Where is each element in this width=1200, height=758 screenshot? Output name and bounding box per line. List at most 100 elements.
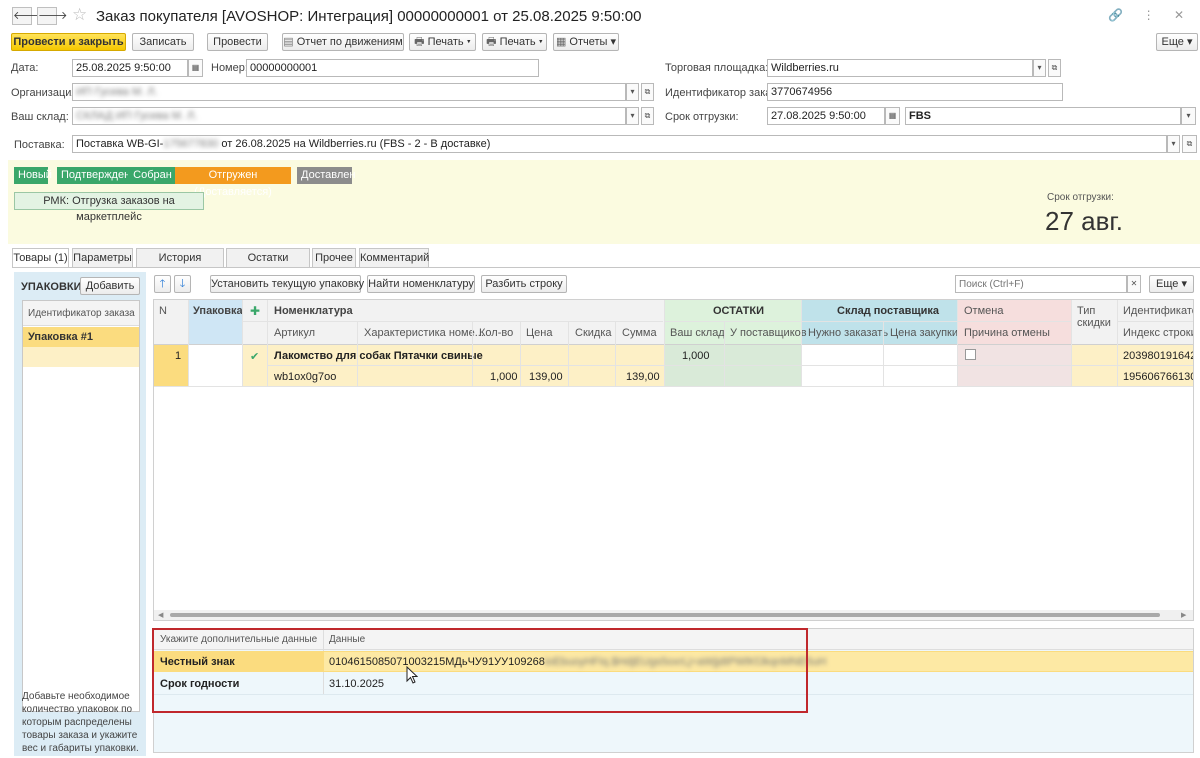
printer-icon: 🖶 bbox=[414, 36, 428, 48]
packages-title: УПАКОВКИ bbox=[21, 281, 82, 293]
tab-goods[interactable]: Товары (1) bbox=[12, 248, 69, 268]
set-package-button[interactable]: Установить текущую упаковку bbox=[210, 275, 364, 293]
warehouse-dropdown-icon[interactable]: ▾ bbox=[626, 107, 639, 125]
status-area: Новый Подтвержден Собран Отгружен (Доста… bbox=[8, 160, 1200, 244]
ship-date-field[interactable]: 27.08.2025 9:50:00 bbox=[767, 107, 885, 125]
package-item[interactable]: Упаковка #1 bbox=[23, 327, 139, 347]
goods-more-button[interactable]: Еще ▾ bbox=[1149, 275, 1194, 293]
more-button[interactable]: Еще ▾ bbox=[1156, 33, 1198, 51]
search-input[interactable] bbox=[955, 275, 1127, 293]
marketplace-field[interactable]: Wildberries.ru bbox=[767, 59, 1033, 77]
delivery-open-icon[interactable]: ⧉ bbox=[1182, 135, 1197, 153]
number-field[interactable]: 00000000001 bbox=[246, 59, 539, 77]
cancel-checkbox[interactable] bbox=[965, 349, 976, 360]
fulfillment-dropdown-icon[interactable]: ▾ bbox=[1181, 107, 1196, 125]
move-up-icon[interactable]: 🡑 bbox=[154, 275, 171, 293]
warehouse-open-icon[interactable]: ⧉ bbox=[641, 107, 654, 125]
search-clear-icon[interactable]: ✕ bbox=[1127, 275, 1141, 293]
back-icon[interactable]: 🡐 bbox=[12, 7, 43, 25]
calendar-icon[interactable]: ▦ bbox=[885, 107, 900, 125]
row-n: 1 bbox=[175, 350, 182, 362]
print-button-2[interactable]: 🖶 Печать ▾ bbox=[482, 33, 547, 51]
highlight-frame bbox=[152, 628, 808, 713]
organization-open-icon[interactable]: ⧉ bbox=[641, 83, 654, 101]
col-nomenclature: Номенклатура bbox=[274, 305, 353, 317]
organization-dropdown-icon[interactable]: ▾ bbox=[626, 83, 639, 101]
date-field[interactable]: 25.08.2025 9:50:00 bbox=[72, 59, 188, 77]
tab-parameters[interactable]: Параметры bbox=[72, 248, 133, 267]
goods-table: N Упаковка ✚ Номенклатура Артикул Характ… bbox=[153, 299, 1194, 621]
print-label-2: Печать bbox=[499, 36, 536, 48]
ship-deadline-value: 27 авг. bbox=[1045, 206, 1123, 236]
print-button-1[interactable]: 🖶 Печать ▾ bbox=[409, 33, 476, 51]
row-article[interactable]: wb1ox0g7oo bbox=[274, 371, 336, 383]
row-qty[interactable]: 1,000 bbox=[490, 371, 518, 383]
grid-line bbox=[188, 300, 189, 386]
organization-label: Организация: bbox=[11, 87, 81, 99]
report-movements-label: Отчет по движениям bbox=[296, 36, 403, 48]
calendar-icon[interactable]: ▦ bbox=[188, 59, 203, 77]
row-nomenclature[interactable]: Лакомство для собак Пятачки свиные bbox=[274, 350, 483, 362]
add-row-icon[interactable]: ✚ bbox=[250, 304, 260, 318]
tab-comment[interactable]: Комментарий bbox=[359, 248, 429, 267]
scroll-left-icon[interactable]: ◀ bbox=[158, 611, 163, 619]
grid-line bbox=[568, 322, 569, 386]
col-package: Упаковка bbox=[193, 305, 243, 317]
goods-more-label: Еще bbox=[1156, 278, 1179, 290]
grid-line bbox=[267, 300, 268, 386]
scrollbar-thumb[interactable] bbox=[170, 613, 1160, 617]
scroll-right-icon[interactable]: ▶ bbox=[1181, 611, 1186, 619]
grid-line bbox=[242, 300, 243, 386]
horizontal-scrollbar[interactable]: ◀ ▶ bbox=[154, 610, 1193, 620]
delivery-field[interactable]: Поставка WB-GI-175677830 от 26.08.2025 н… bbox=[72, 135, 1167, 153]
header-divider bbox=[243, 321, 663, 322]
grid-line bbox=[520, 322, 521, 386]
favorite-star-icon[interactable]: ☆ bbox=[72, 5, 87, 25]
marketplace-dropdown-icon[interactable]: ▾ bbox=[1033, 59, 1046, 77]
marketplace-open-icon[interactable]: ⧉ bbox=[1048, 59, 1061, 77]
tab-other[interactable]: Прочее bbox=[312, 248, 356, 267]
row-price[interactable]: 139,00 bbox=[529, 371, 563, 383]
tab-status-history[interactable]: История статусов bbox=[136, 248, 224, 282]
reports-button[interactable]: ▦ Отчеты ▾ bbox=[553, 33, 619, 51]
grid-line bbox=[724, 322, 725, 386]
warehouse-field[interactable]: СКЛАД ИП Гусева М. Л. bbox=[72, 107, 626, 125]
order-id-field[interactable]: 3770674956 bbox=[767, 83, 1063, 101]
status-confirmed-button[interactable]: Подтвержден bbox=[57, 167, 130, 184]
delivery-dropdown-icon[interactable]: ▾ bbox=[1167, 135, 1180, 153]
grid-line bbox=[664, 300, 665, 386]
post-and-close-button[interactable]: Провести и закрыть bbox=[11, 33, 126, 51]
packages-column-header: Идентификатор заказа bbox=[23, 301, 139, 326]
col-your-warehouse: Ваш склад bbox=[670, 327, 725, 339]
grid-line bbox=[1071, 300, 1072, 386]
packages-hint: Добавьте необходимое количество упаковок… bbox=[22, 691, 139, 754]
ship-deadline-label: Срок отгрузки: bbox=[1047, 192, 1114, 203]
status-new-button[interactable]: Новый bbox=[14, 167, 52, 184]
forward-icon[interactable]: 🡒 bbox=[37, 7, 68, 25]
split-row-button[interactable]: Разбить строку bbox=[481, 275, 567, 293]
row-sum[interactable]: 139,00 bbox=[626, 371, 660, 383]
more-label: Еще bbox=[1161, 36, 1184, 48]
warehouse-label: Ваш склад: bbox=[11, 111, 69, 123]
col-qty: Кол-во bbox=[479, 327, 514, 339]
ship-date-label: Срок отгрузки: bbox=[665, 111, 739, 123]
rmk-shipping-button[interactable]: РМК: Отгрузка заказов на маркетплейс bbox=[14, 192, 204, 223]
move-down-icon[interactable]: 🡓 bbox=[174, 275, 191, 293]
save-button[interactable]: Записать bbox=[132, 33, 194, 51]
window-controls[interactable]: 🔗 ⋮ ✕ bbox=[1108, 8, 1192, 22]
reports-label: Отчеты bbox=[569, 36, 608, 48]
fulfillment-type-field[interactable]: FBS bbox=[905, 107, 1181, 125]
add-package-button[interactable]: Добавить bbox=[80, 277, 140, 295]
status-delivered-button[interactable]: Доставлен bbox=[297, 167, 355, 184]
status-shipped-button[interactable]: Отгружен (Доставляется) bbox=[175, 167, 291, 198]
tab-stock[interactable]: Остатки товаров bbox=[226, 248, 310, 282]
organization-field[interactable]: ИП Гусева М. Л. bbox=[72, 83, 626, 101]
row-index: 19560676613035 bbox=[1123, 371, 1193, 383]
report-movements-button[interactable]: ▤ Отчет по движениям bbox=[282, 33, 404, 51]
col-need-order: Нужно заказать bbox=[808, 327, 889, 339]
post-button[interactable]: Провести bbox=[207, 33, 268, 51]
find-item-button[interactable]: Найти номенклатуру bbox=[367, 275, 475, 293]
col-purchase-price: Цена закупки bbox=[890, 327, 959, 339]
status-assembled-button[interactable]: Собран bbox=[128, 167, 177, 184]
row-your-warehouse: 1,000 bbox=[682, 350, 710, 362]
